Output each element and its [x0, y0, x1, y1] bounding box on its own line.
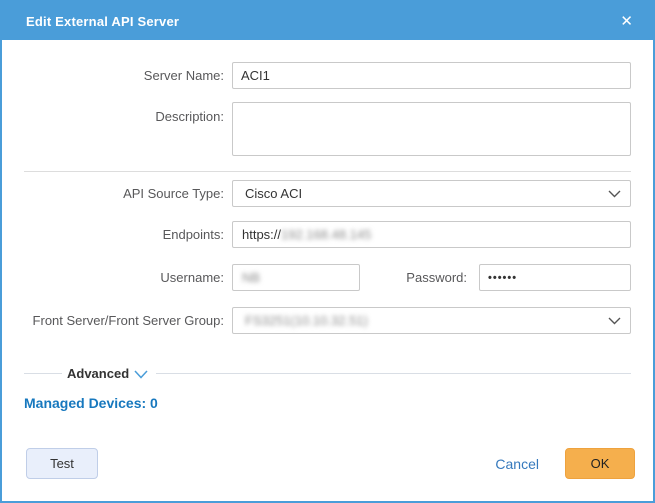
endpoints-label: Endpoints:: [24, 227, 232, 242]
server-name-row: Server Name:: [2, 62, 653, 89]
description-row: Description:: [2, 102, 653, 161]
endpoints-row: Endpoints: https:// 192.168.48.145: [2, 221, 653, 248]
chevron-down-icon: [608, 190, 621, 198]
close-icon[interactable]: ✕: [620, 14, 633, 29]
dialog-header: Edit External API Server ✕: [2, 2, 653, 40]
endpoints-input[interactable]: https:// 192.168.48.145: [232, 221, 631, 248]
server-name-input[interactable]: [232, 62, 631, 89]
ok-button[interactable]: OK: [565, 448, 635, 479]
username-value-redacted: NB: [242, 270, 260, 285]
advanced-divider-right: [156, 373, 631, 374]
chevron-down-icon: [608, 317, 621, 325]
cancel-button[interactable]: Cancel: [495, 456, 539, 472]
front-server-select[interactable]: FS3251(10.10.32.51): [232, 307, 631, 334]
front-server-value-redacted: FS3251(10.10.32.51): [245, 313, 368, 328]
advanced-toggle-label[interactable]: Advanced: [67, 366, 129, 381]
api-source-type-value: Cisco ACI: [245, 186, 302, 201]
api-source-type-row: API Source Type: Cisco ACI: [2, 180, 653, 207]
password-label: Password:: [360, 270, 479, 285]
chevron-down-icon[interactable]: [134, 370, 148, 379]
section-divider: [24, 171, 631, 172]
description-label: Description:: [24, 102, 232, 124]
endpoints-prefix: https://: [242, 227, 281, 242]
advanced-section-toggle: Advanced: [24, 366, 631, 381]
test-button[interactable]: Test: [26, 448, 98, 479]
api-source-type-label: API Source Type:: [24, 186, 232, 201]
server-name-label: Server Name:: [24, 68, 232, 83]
credentials-row: Username: NB Password:: [2, 264, 653, 291]
edit-external-api-server-dialog: Edit External API Server ✕ Server Name: …: [0, 0, 655, 503]
front-server-label: Front Server/Front Server Group:: [24, 313, 232, 328]
dialog-title: Edit External API Server: [26, 14, 179, 29]
password-input[interactable]: [479, 264, 631, 291]
username-input[interactable]: NB: [232, 264, 360, 291]
description-input[interactable]: [232, 102, 631, 156]
dialog-body: Server Name: Description: API Source Typ…: [2, 40, 653, 411]
front-server-row: Front Server/Front Server Group: FS3251(…: [2, 307, 653, 334]
managed-devices-count: Managed Devices: 0: [24, 395, 631, 411]
username-label: Username:: [24, 270, 232, 285]
advanced-divider-left: [24, 373, 62, 374]
endpoints-value-redacted: 192.168.48.145: [281, 227, 371, 242]
dialog-footer: Test Cancel OK: [26, 448, 635, 479]
api-source-type-select[interactable]: Cisco ACI: [232, 180, 631, 207]
